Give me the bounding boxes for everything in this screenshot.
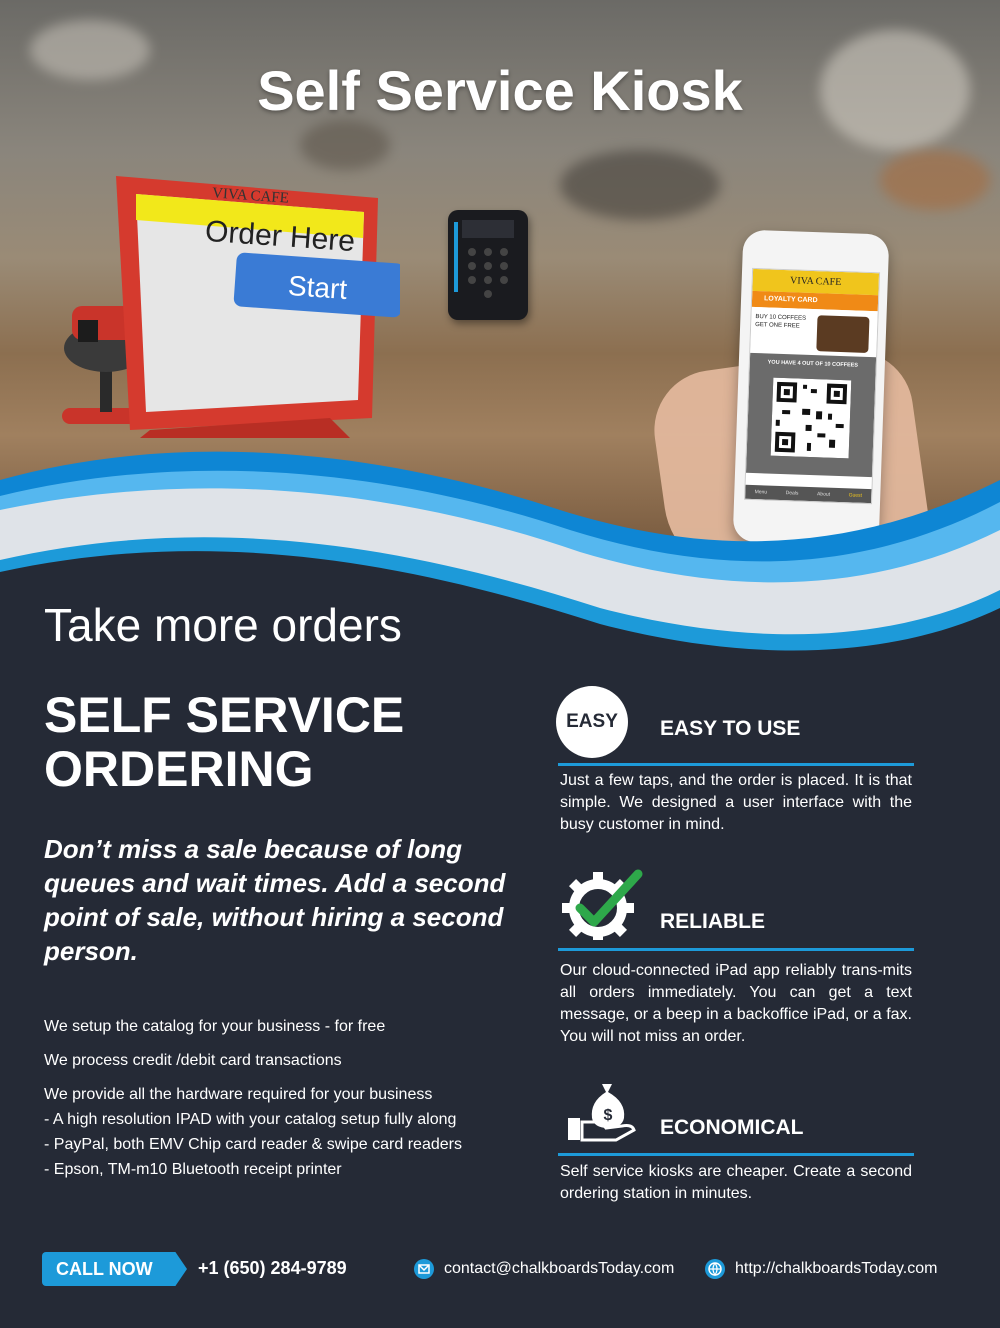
ipad-kiosk-image bbox=[116, 176, 400, 438]
website-link[interactable]: http://chalkboardsToday.com bbox=[735, 1260, 937, 1278]
service-list: We setup the catalog for your business -… bbox=[44, 1014, 524, 1182]
coffee-cup-image bbox=[816, 315, 870, 353]
svg-text:$: $ bbox=[604, 1107, 613, 1124]
main-heading: SELF SERVICE ORDERING bbox=[44, 688, 404, 796]
service-line: - Epson, TM-m10 Bluetooth receipt printe… bbox=[44, 1161, 342, 1178]
service-line: We setup the catalog for your business -… bbox=[44, 1018, 386, 1035]
tagline: Don’t miss a sale because of long queues… bbox=[44, 834, 506, 966]
feature-title: ECONOMICAL bbox=[660, 1116, 804, 1139]
bokeh-light bbox=[560, 150, 720, 220]
service-line: - PayPal, both EMV Chip card reader & sw… bbox=[44, 1136, 462, 1153]
bokeh-light bbox=[880, 150, 990, 210]
phone-number[interactable]: +1 (650) 284-9789 bbox=[198, 1258, 347, 1279]
subtitle: Take more orders bbox=[44, 599, 402, 651]
service-line: We provide all the hardware required for… bbox=[44, 1086, 433, 1103]
main-heading-line2: ORDERING bbox=[44, 741, 314, 797]
phone-offer-text: BUY 10 COFFEES GET ONE FREE bbox=[755, 314, 807, 330]
feature-title: EASY TO USE bbox=[660, 717, 801, 740]
easy-badge-icon: EASY bbox=[556, 686, 628, 758]
email-link[interactable]: contact@chalkboardsToday.com bbox=[444, 1260, 674, 1278]
money-bag-hand-icon: $ bbox=[568, 1084, 636, 1142]
service-line: - A high resolution IPAD with your catal… bbox=[44, 1111, 457, 1128]
service-line: We process credit /debit card transactio… bbox=[44, 1052, 342, 1069]
hero-image: Self Service Kiosk VIVA CAFE Order Here bbox=[0, 0, 1000, 680]
feature-title: RELIABLE bbox=[660, 910, 765, 933]
divider bbox=[558, 1153, 914, 1156]
page-title: Self Service Kiosk bbox=[257, 59, 743, 122]
bokeh-light bbox=[300, 120, 390, 170]
feature-text: Self service kiosks are cheaper. Create … bbox=[560, 1163, 912, 1202]
main-heading-line1: SELF SERVICE bbox=[44, 687, 405, 743]
divider bbox=[558, 948, 914, 951]
card-reader-image bbox=[448, 210, 528, 320]
gear-check-icon bbox=[562, 869, 643, 940]
email-icon bbox=[414, 1259, 434, 1279]
feature-text: Our cloud-connected iPad app reliably tr… bbox=[560, 962, 912, 1045]
phone-offer-card: BUY 10 COFFEES GET ONE FREE bbox=[750, 306, 878, 358]
feature-text: Just a few taps, and the order is placed… bbox=[560, 772, 912, 833]
globe-icon bbox=[705, 1259, 725, 1279]
call-now-button[interactable]: CALL NOW bbox=[42, 1252, 187, 1286]
phone-progress: YOU HAVE 4 OUT OF 10 COFFEES bbox=[767, 359, 859, 369]
divider bbox=[558, 763, 914, 766]
kiosk-start-button: Start bbox=[287, 269, 349, 306]
